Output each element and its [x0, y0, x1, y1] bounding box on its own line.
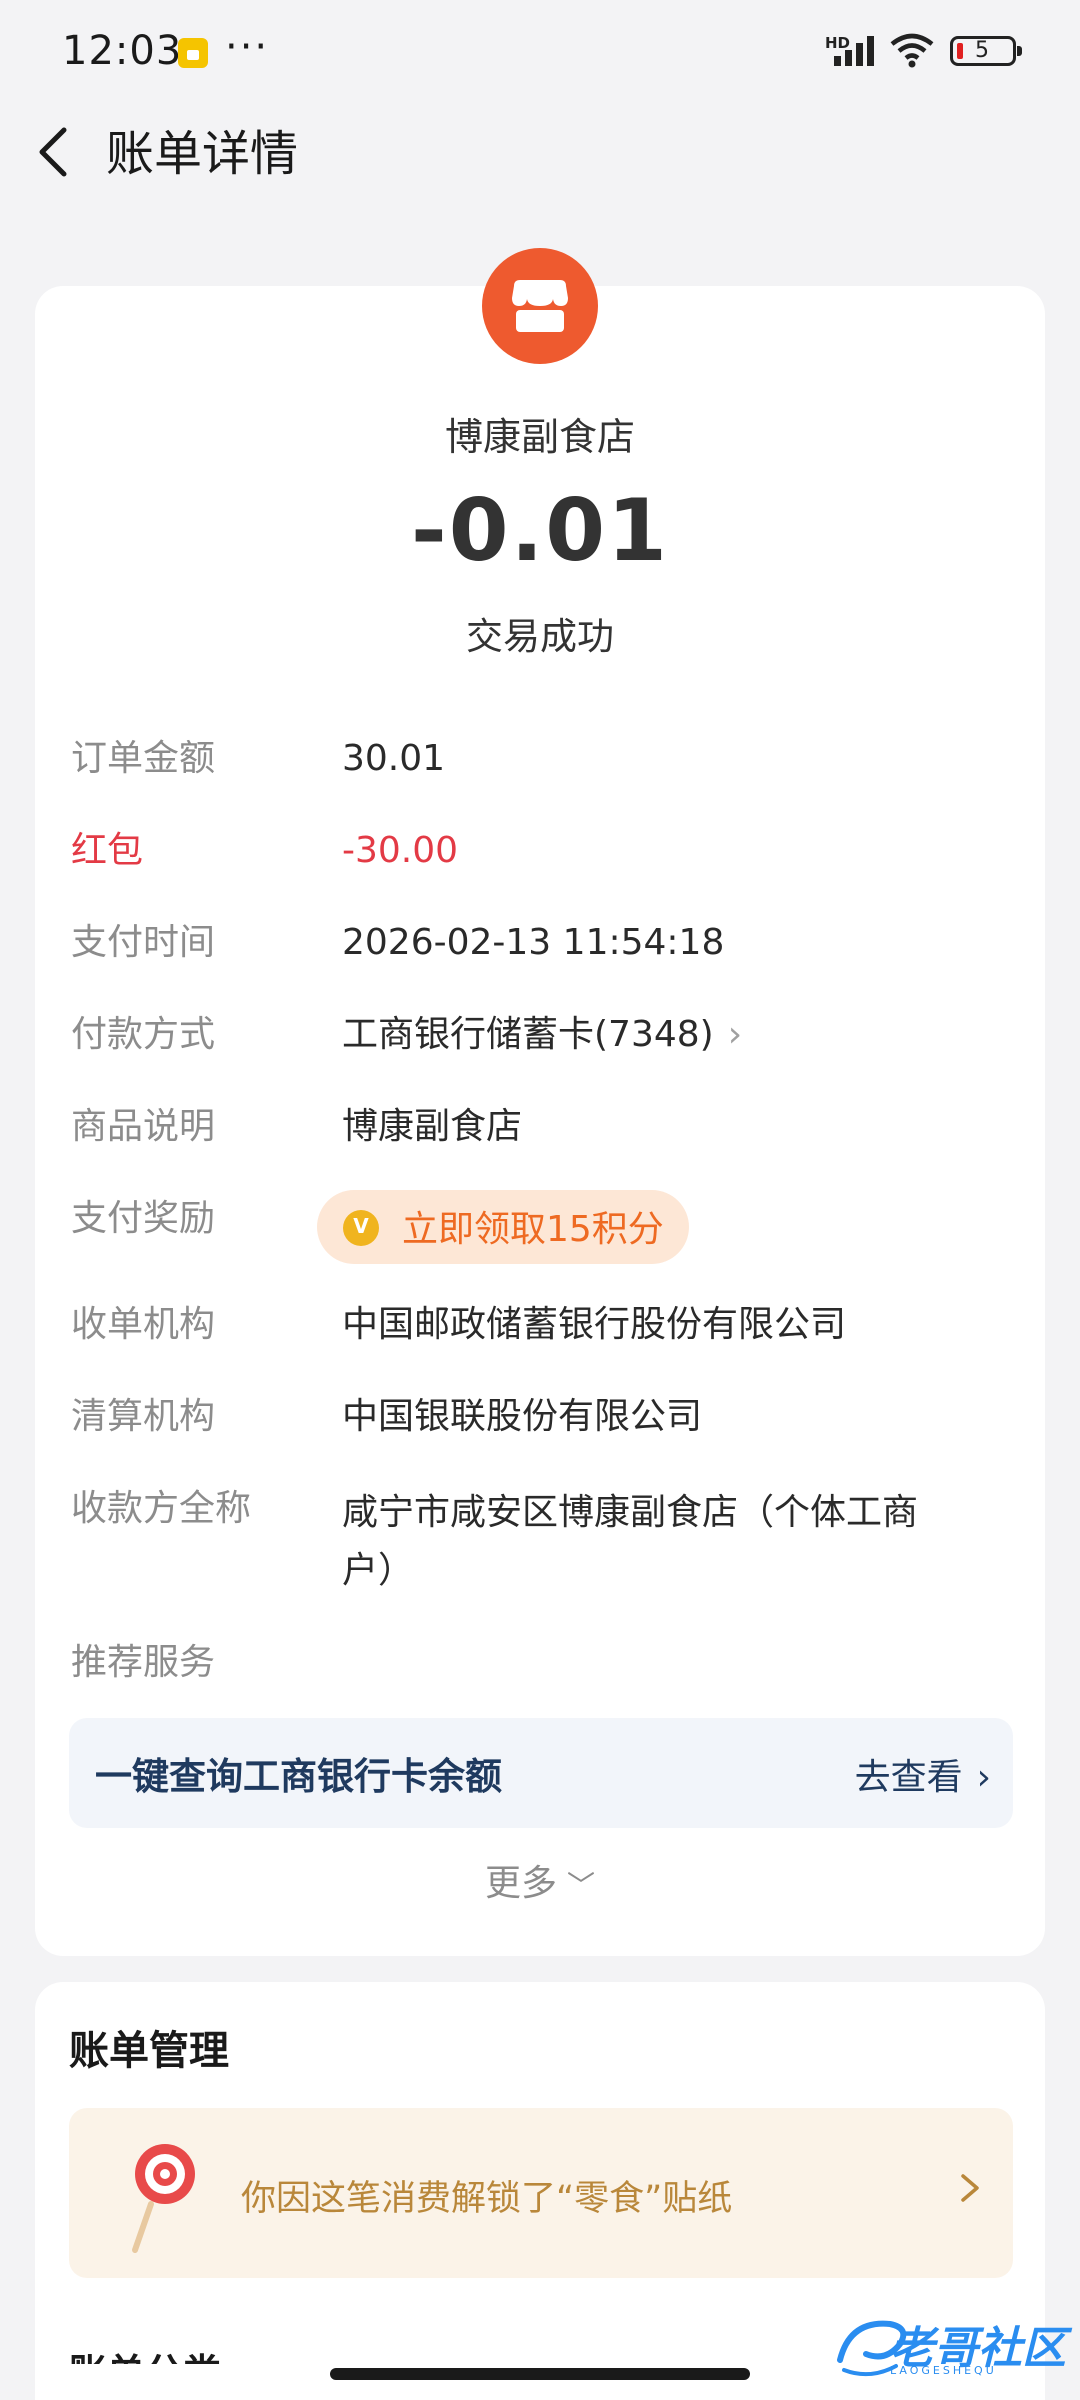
- detail-value: 中国邮政储蓄银行股份有限公司: [342, 1304, 847, 1345]
- check-balance-service[interactable]: 一键查询工商银行卡余额 去查看 ›: [69, 1718, 1013, 1828]
- bill-category-label: 账单分类: [69, 2342, 221, 2364]
- detail-label: 商品说明: [71, 1106, 216, 1147]
- detail-label: 红包: [71, 830, 144, 871]
- battery-icon: 5: [950, 36, 1022, 66]
- detail-value: 咸宁市咸安区博康副食店（个体工商户）: [342, 1492, 919, 1591]
- status-bar: 12:03 ··· HD 5: [0, 0, 1080, 104]
- app-header: 账单详情: [0, 104, 1080, 214]
- detail-value: 中国银联股份有限公司: [342, 1396, 703, 1437]
- notification-lock-icon: [178, 38, 208, 68]
- detail-label: 收款方全称: [71, 1488, 252, 1529]
- bill-detail-card: 博康副食店 -0.01 交易成功 订单金额 30.01 红包 -30.00 支付…: [35, 248, 1045, 1956]
- more-notifications-icon: ···: [225, 24, 270, 70]
- back-arrow-icon[interactable]: [30, 122, 80, 182]
- claim-points-button[interactable]: 立即领取15积分: [317, 1190, 689, 1264]
- service-title: 一键查询工商银行卡余额: [95, 1755, 502, 1798]
- page-title: 账单详情: [106, 126, 299, 182]
- signal-icon: [834, 36, 874, 66]
- detail-label: 支付时间: [71, 922, 216, 963]
- more-button[interactable]: 更多 ﹀: [35, 1854, 1045, 1906]
- chevron-right-icon: [961, 2174, 979, 2202]
- sticker-unlock-banner[interactable]: 你因这笔消费解锁了“零食”贴纸: [69, 2108, 1013, 2278]
- detail-label: 推荐服务: [71, 1642, 216, 1683]
- points-coin-icon: [343, 1210, 379, 1246]
- bill-management-title: 账单管理: [69, 2028, 229, 2074]
- detail-row-payee-full-name: 收款方全称 咸宁市咸安区博康副食店（个体工商户）: [71, 1484, 1011, 1594]
- payment-method-value-wrap: 工商银行储蓄卡(7348) ›: [342, 1010, 1002, 1060]
- detail-value: 2026-02-13 11:54:18: [342, 922, 725, 963]
- service-view-label: 去查看: [854, 1757, 963, 1798]
- more-label: 更多: [484, 1863, 557, 1904]
- sticker-unlock-text: 你因这笔消费解锁了“零食”贴纸: [241, 2179, 733, 2219]
- service-view-link[interactable]: 去查看 ›: [855, 1748, 991, 1800]
- detail-label: 支付奖励: [71, 1198, 216, 1239]
- watermark-logo: 老哥社区 LAOGESHEQU: [830, 2306, 1070, 2386]
- detail-label: 收单机构: [71, 1304, 216, 1345]
- battery-level: 5: [975, 38, 989, 63]
- watermark-subtext: LAOGESHEQU: [890, 2364, 997, 2377]
- chevron-down-icon: ﹀: [567, 1869, 596, 1902]
- detail-value: 30.01: [342, 738, 446, 779]
- lollipop-icon: [132, 2144, 195, 2253]
- detail-value: -30.00: [342, 830, 459, 871]
- chevron-right-icon: ›: [976, 1757, 991, 1798]
- transaction-amount: -0.01: [411, 481, 669, 581]
- merchant-store-icon: [482, 248, 598, 364]
- detail-label: 清算机构: [71, 1396, 216, 1437]
- detail-value: 博康副食店: [342, 1106, 523, 1147]
- wifi-icon: [890, 33, 934, 68]
- status-time: 12:03: [62, 28, 183, 74]
- merchant-name: 博康副食店: [444, 415, 635, 459]
- detail-label: 付款方式: [71, 1014, 216, 1055]
- home-indicator[interactable]: [330, 2368, 750, 2380]
- chevron-right-icon: ›: [727, 1014, 743, 1055]
- transaction-status: 交易成功: [466, 615, 614, 658]
- detail-label: 订单金额: [71, 738, 216, 779]
- claim-points-label: 立即领取15积分: [402, 1209, 664, 1250]
- detail-value: 工商银行储蓄卡(7348): [342, 1014, 714, 1055]
